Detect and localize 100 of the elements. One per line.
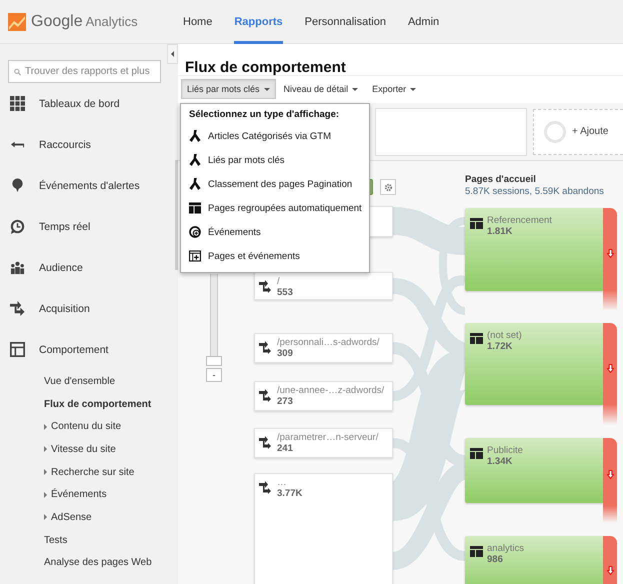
nav-tab[interactable]: Admin (408, 0, 440, 44)
node-value: 241 (277, 443, 294, 454)
entrance-arrows-icon (259, 341, 273, 355)
zoom-slider[interactable] (206, 274, 222, 366)
menu-item[interactable]: Pages regroupées automatiquement (189, 196, 369, 220)
node-value: 1.72K (487, 341, 514, 352)
landing-node[interactable]: (not set) 1.72K (465, 323, 604, 405)
layout-icon (470, 448, 483, 459)
sidebar-item[interactable]: Tableaux de bord (8, 83, 178, 124)
caret-icon (264, 88, 270, 90)
entrance-arrows-icon (259, 436, 273, 450)
node-value: 553 (277, 287, 293, 298)
toolbar-button[interactable]: Niveau de détail (278, 79, 364, 99)
node-label: /personnali…s-adwords/ (277, 337, 380, 348)
people-icon (10, 260, 25, 275)
search-icon (14, 66, 21, 76)
bulb-icon (10, 178, 25, 193)
layout-icon (470, 218, 483, 229)
branch-icon (189, 130, 201, 142)
circle-icon (544, 120, 566, 142)
menu-item[interactable]: Classement des pages Pagination (189, 172, 369, 196)
menu-item[interactable]: Articles Catégorisés via GTM (189, 124, 369, 148)
landing-node[interactable]: Referencement 1.81K (465, 208, 604, 291)
sidebar-item[interactable]: Raccourcis (8, 124, 178, 165)
nav-tab[interactable]: Personnalisation (304, 0, 386, 44)
settings-button[interactable] (380, 179, 396, 195)
layout-icon (10, 342, 25, 357)
page-title: Flux de comportement (178, 44, 623, 76)
swap-arrows-icon (10, 301, 25, 316)
toolbar-button[interactable]: Exporter (366, 79, 422, 99)
node-value: 1.81K (487, 226, 514, 237)
collapse-button[interactable] (167, 44, 178, 64)
node-label: /une-annee-…z-adwords/ (277, 385, 384, 396)
sidebar-item[interactable]: Temps réel (8, 206, 178, 247)
sidebar-item[interactable]: Audience (8, 247, 178, 288)
sidebar-subitem[interactable]: Flux de comportement (8, 392, 178, 416)
down-arrow-icon (606, 364, 614, 372)
flow-node[interactable]: /personnali…s-adwords/ 309 (254, 333, 393, 363)
logo-icon (8, 12, 26, 30)
search-field[interactable]: Trouver des rapports et plus (8, 60, 161, 83)
entrance-arrows-icon (259, 481, 273, 495)
sidebar-item[interactable]: Événements d'alertes (8, 165, 178, 206)
flow-node[interactable]: /parametrer…n-serveur/ 241 (254, 428, 393, 458)
sidebar-subitem[interactable]: Contenu du site (8, 415, 178, 438)
node-value: 3.77K (277, 488, 302, 499)
grid-icon (10, 96, 25, 111)
nav-tab[interactable]: Home (183, 0, 212, 44)
menu-heading: Sélectionnez un type d'affichage: (189, 109, 340, 120)
entrance-arrows-icon (259, 280, 273, 294)
node-value: 1.34K (487, 456, 514, 467)
node-label: Publicite (487, 445, 523, 456)
node-label: (not set) (487, 330, 522, 341)
clock-icon (10, 219, 25, 234)
node-label: /parametrer…n-serveur/ (277, 432, 378, 443)
branch-icon (189, 178, 201, 190)
node-value: 273 (277, 396, 294, 407)
down-arrow-icon (606, 249, 614, 258)
sidebar-item[interactable]: Acquisition (8, 288, 178, 329)
caret-icon (352, 88, 358, 90)
node-label: … (277, 477, 288, 488)
dropoff-bar[interactable] (603, 323, 617, 425)
menu-item[interactable]: Pages et événements (189, 244, 369, 268)
layout-icon (470, 546, 483, 557)
dropoff-bar[interactable] (603, 208, 617, 311)
sidebar-subitem[interactable]: Vitesse du site (8, 438, 178, 461)
node-value: 986 (487, 554, 504, 565)
logo-wordmark: Google (31, 12, 83, 30)
event-icon (189, 226, 201, 238)
layout-icon (189, 202, 201, 214)
node-value: 309 (277, 348, 294, 359)
menu-item[interactable]: Événements (189, 220, 369, 244)
sidebar-item[interactable]: Comportement (8, 329, 178, 370)
settings-icon (384, 182, 392, 192)
caret-icon (410, 88, 416, 90)
flow-node[interactable]: / 553 (254, 272, 393, 300)
column-title: Pages d'accueil (465, 174, 537, 186)
flow-node[interactable]: … 3.77K (254, 473, 393, 584)
sidebar-subitem[interactable]: Événements (8, 483, 178, 506)
slider-handle[interactable] (206, 356, 222, 366)
landing-node[interactable]: analytics 986 (465, 536, 604, 584)
column-summary: 5.87K sessions, 5.59K abandons (465, 186, 604, 198)
menu-item[interactable]: Liés par mots clés (189, 148, 369, 172)
landing-node[interactable]: Publicite 1.34K (465, 438, 604, 503)
zoom-out-button[interactable]: - (206, 368, 222, 382)
node-label: Referencement (487, 215, 552, 226)
sidebar-subitem[interactable]: Analyse des pages Web (8, 552, 178, 574)
branch-icon (189, 154, 201, 166)
toolbar-button[interactable]: Liés par mots clés (181, 79, 276, 99)
logo-product: Analytics (86, 14, 138, 29)
page-plus-icon (189, 250, 201, 262)
add-segment-button[interactable]: + Ajoute (533, 108, 623, 154)
sidebar-subitem[interactable]: Recherche sur site (8, 460, 178, 484)
sidebar-subitem[interactable]: Tests (8, 528, 178, 552)
flow-node[interactable]: /une-annee-…z-adwords/ 273 (254, 381, 393, 411)
dropoff-bar[interactable] (603, 438, 617, 523)
node-label: / (277, 276, 281, 287)
sidebar-subitem[interactable]: AdSense (8, 506, 178, 529)
layout-icon (470, 333, 483, 344)
sidebar-subitem[interactable]: Vue d'ensemble (8, 370, 178, 393)
entrance-arrows-icon (259, 389, 273, 403)
